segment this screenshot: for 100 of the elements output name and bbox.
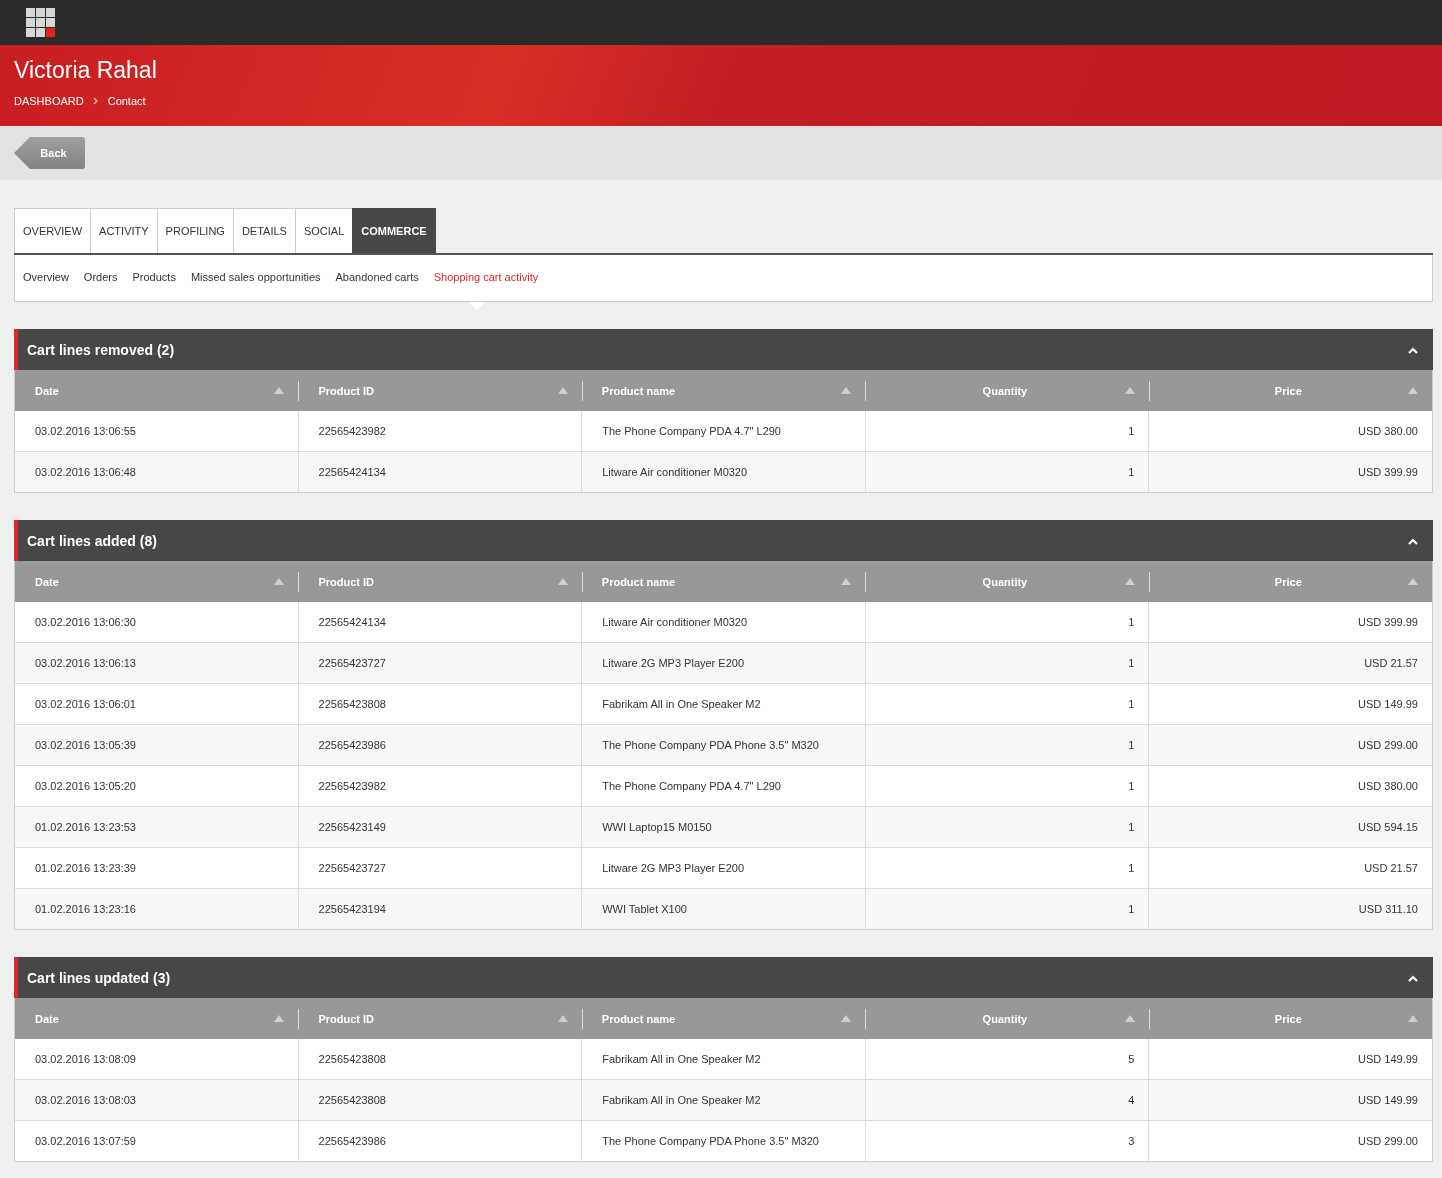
table-cell: The Phone Company PDA Phone 3.5" M320	[581, 725, 865, 765]
column-header[interactable]: Quantity	[982, 575, 1028, 588]
sort-ascending-icon[interactable]	[274, 387, 285, 394]
app-grid-icon[interactable]	[26, 7, 56, 38]
table-cell: 1	[864, 452, 1149, 492]
sort-ascending-icon[interactable]	[1124, 578, 1135, 585]
table-cell: 22565423808	[297, 1039, 582, 1079]
table-cell: 1	[864, 725, 1149, 765]
table-cell: 1	[864, 411, 1149, 451]
sort-ascending-icon[interactable]	[274, 1015, 285, 1022]
column-header[interactable]: Product name	[601, 384, 676, 397]
table-cell: USD 299.00	[1148, 725, 1432, 765]
table-cell-text: 03.02.2016 13:06:30	[34, 615, 137, 630]
table-cell: 22565423727	[297, 848, 582, 888]
chevron-right-icon	[92, 97, 99, 105]
table-cell: 1	[864, 766, 1149, 806]
column-header[interactable]: Product ID	[318, 575, 375, 588]
tab[interactable]: ACTIVITY	[90, 208, 157, 253]
table-cell: 22565423982	[297, 411, 582, 451]
table-cell-text: 03.02.2016 13:06:01	[34, 697, 137, 712]
column-header[interactable]: Price	[1274, 575, 1302, 588]
table-cell: WWI Laptop15 M0150	[581, 807, 865, 847]
column-header[interactable]: Date	[35, 575, 59, 588]
sort-ascending-icon[interactable]	[1124, 387, 1135, 394]
sort-ascending-icon[interactable]	[557, 1015, 568, 1022]
table-cell: 1	[864, 602, 1149, 642]
table-cell: USD 149.99	[1148, 1080, 1432, 1120]
column-header[interactable]: Quantity	[982, 384, 1028, 397]
panel-title: Cart lines removed (2)	[27, 341, 175, 358]
sort-ascending-icon[interactable]	[1408, 1015, 1418, 1022]
chevron-up-icon[interactable]	[1407, 345, 1419, 354]
breadcrumb-link[interactable]: Contact	[107, 95, 146, 107]
tab[interactable]: PROFILING	[156, 208, 233, 253]
table-cell: 1	[864, 643, 1149, 683]
table-cell: 22565423149	[297, 807, 582, 847]
subnav-link[interactable]: Abandoned carts	[335, 271, 419, 284]
table-cell: USD 149.99	[1148, 684, 1432, 724]
panel-header[interactable]: Cart lines removed (2)	[14, 329, 1433, 370]
panel-header[interactable]: Cart lines added (8)	[14, 520, 1433, 561]
table-cell: USD 21.57	[1148, 643, 1432, 683]
table-cell: Litware Air conditioner M0320	[581, 452, 865, 492]
table-cell: 1	[864, 684, 1149, 724]
table-cell: Fabrikam All in One Speaker M2	[581, 684, 865, 724]
panel-header[interactable]: Cart lines updated (3)	[14, 957, 1433, 998]
table-cell: 1	[864, 807, 1149, 847]
tab[interactable]: COMMERCE	[352, 208, 436, 253]
sort-ascending-icon[interactable]	[557, 578, 568, 585]
table-cell: Litware Air conditioner M0320	[581, 602, 865, 642]
column-header[interactable]: Date	[35, 384, 59, 397]
subnav-link[interactable]: Overview	[23, 271, 69, 284]
sort-ascending-icon[interactable]	[1124, 1015, 1135, 1022]
table-cell: 22565423727	[297, 643, 582, 683]
table-cell: The Phone Company PDA 4.7" L290	[581, 411, 865, 451]
column-header[interactable]: Price	[1274, 1012, 1302, 1025]
column-header[interactable]: Price	[1274, 384, 1302, 397]
chevron-up-icon[interactable]	[1407, 536, 1419, 545]
column-header[interactable]: Product ID	[318, 1012, 375, 1025]
chevron-up-icon[interactable]	[1407, 973, 1419, 982]
sort-ascending-icon[interactable]	[557, 387, 568, 394]
sort-ascending-icon[interactable]	[841, 387, 852, 394]
table-cell: USD 299.00	[1148, 1121, 1432, 1161]
table-cell: USD 594.15	[1148, 807, 1432, 847]
tab[interactable]: DETAILS	[232, 208, 295, 253]
sort-ascending-icon[interactable]	[841, 1015, 852, 1022]
column-header[interactable]: Date	[35, 1012, 59, 1025]
sort-ascending-icon[interactable]	[1408, 387, 1418, 394]
tab[interactable]: SOCIAL	[294, 208, 353, 253]
subnav-link[interactable]: Orders	[83, 271, 118, 284]
tab[interactable]: OVERVIEW	[14, 208, 91, 253]
table-cell: 4	[864, 1080, 1149, 1120]
table-cell-text: 01.02.2016 13:23:39	[34, 861, 137, 876]
table-cell-text: 01.02.2016 13:23:53	[34, 820, 137, 835]
column-header[interactable]: Product name	[601, 1012, 676, 1025]
subnav-link[interactable]: Missed sales opportunities	[190, 271, 321, 284]
breadcrumb-link[interactable]: DASHBOARD	[14, 95, 84, 107]
sort-ascending-icon[interactable]	[1408, 578, 1418, 585]
sort-ascending-icon[interactable]	[274, 578, 285, 585]
back-button[interactable]: Back	[14, 137, 85, 169]
page-title: Victoria Rahal	[14, 57, 157, 83]
table-cell: 5	[864, 1039, 1149, 1079]
table-cell: USD 399.99	[1148, 452, 1432, 492]
table-cell: Fabrikam All in One Speaker M2	[581, 1039, 865, 1079]
panel-title: Cart lines added (8)	[27, 532, 157, 549]
table-cell-text: 03.02.2016 13:05:39	[34, 738, 137, 753]
sort-ascending-icon[interactable]	[841, 578, 852, 585]
table-cell: 22565423808	[297, 1080, 582, 1120]
table-cell: WWI Tablet X100	[581, 889, 865, 929]
table-cell: USD 21.57	[1148, 848, 1432, 888]
table-cell: The Phone Company PDA 4.7" L290	[581, 766, 865, 806]
subnav-link[interactable]: Products	[132, 271, 176, 284]
table-cell: USD 311.10	[1148, 889, 1432, 929]
table-cell: Litware 2G MP3 Player E200	[581, 848, 865, 888]
column-header[interactable]: Product ID	[318, 384, 375, 397]
table-cell-text: 03.02.2016 13:06:13	[34, 656, 137, 671]
table-cell: 1	[864, 889, 1149, 929]
table-cell-text: 03.02.2016 13:06:55	[34, 424, 137, 439]
table-cell: 22565423986	[297, 1121, 582, 1161]
column-header[interactable]: Quantity	[982, 1012, 1028, 1025]
subnav-link[interactable]: Shopping cart activity	[433, 271, 539, 284]
column-header[interactable]: Product name	[601, 575, 676, 588]
